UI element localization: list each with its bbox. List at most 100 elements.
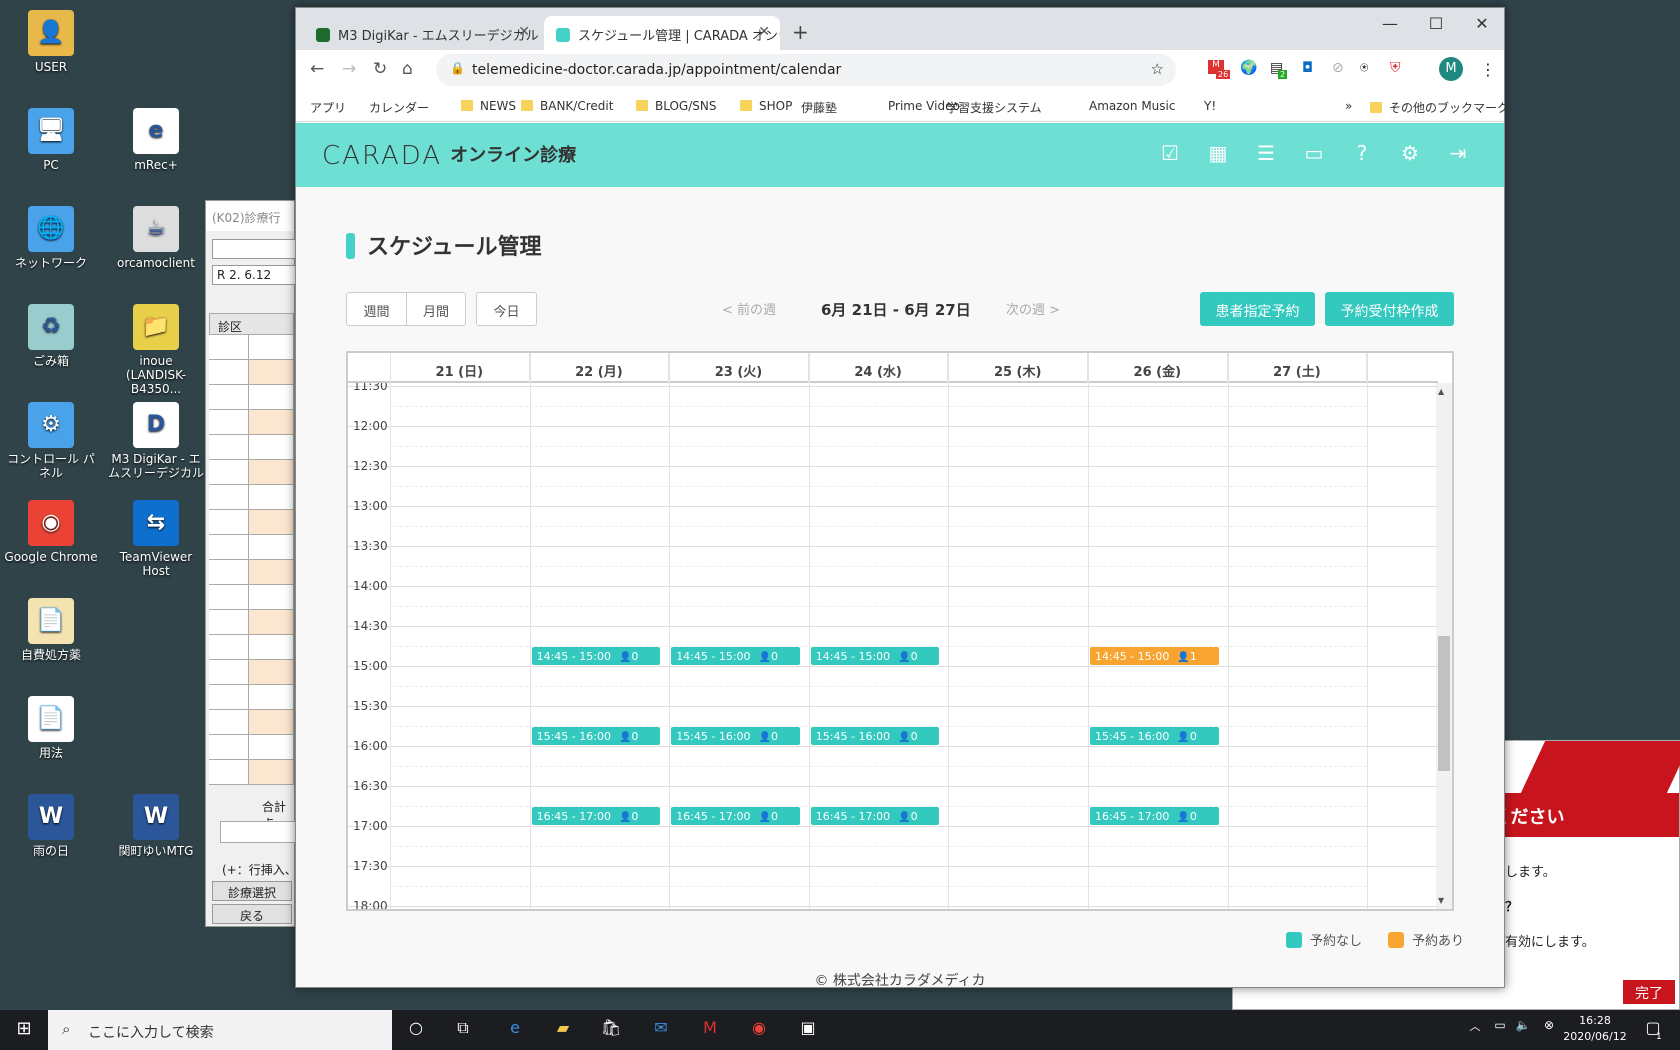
- chrome-taskbar-icon[interactable]: ◉: [746, 1018, 772, 1042]
- appointment-slot[interactable]: 16:45 - 17:00 👤0: [671, 807, 800, 825]
- notification-icon[interactable]: ▢: [1640, 1018, 1666, 1042]
- clock[interactable]: 16:28 2020/06/12: [1560, 1014, 1630, 1043]
- orca-grid-row[interactable]: [209, 335, 294, 360]
- appointment-slot[interactable]: 16:45 - 17:00 👤0: [1090, 807, 1219, 825]
- bookmark-item[interactable]: アプリ: [310, 99, 346, 116]
- calendar-icon[interactable]: ▦: [1204, 141, 1232, 169]
- desktop-icon[interactable]: D M3 DigiKar - エムスリーデジカル: [108, 402, 204, 480]
- orca-date-field[interactable]: R 2. 6.12: [212, 265, 296, 285]
- appointment-slot[interactable]: 14:45 - 15:00 👤0: [671, 647, 800, 665]
- maximize-icon[interactable]: ☐: [1416, 14, 1456, 33]
- edge-icon[interactable]: e: [502, 1018, 528, 1042]
- patient-booking-button[interactable]: 患者指定予約: [1200, 292, 1315, 326]
- desktop-icon[interactable]: ⇆ TeamViewer Host: [108, 500, 204, 578]
- appointment-slot[interactable]: 15:45 - 16:00 👤0: [671, 727, 800, 745]
- star-icon[interactable]: ☆: [1151, 60, 1164, 78]
- week-view-button[interactable]: 週間: [346, 292, 407, 326]
- orca-back-button[interactable]: 戻る: [212, 904, 292, 924]
- bookmark-item[interactable]: 学習支援システム: [946, 99, 1042, 116]
- task-view-icon[interactable]: ⧉: [450, 1018, 476, 1042]
- forward-icon[interactable]: →: [342, 59, 356, 79]
- desktop-icon[interactable]: ☕ orcamoclient: [108, 206, 204, 270]
- new-tab-icon[interactable]: +: [792, 20, 809, 44]
- mail-icon[interactable]: ✉: [648, 1018, 674, 1042]
- orca-grid-row[interactable]: [209, 735, 294, 760]
- orca-grid-row[interactable]: [209, 710, 294, 735]
- url-field[interactable]: 🔒 telemedicine-doctor.carada.jp/appointme…: [436, 54, 1176, 86]
- calendar-scrollbar[interactable]: ▲ ▼: [1436, 383, 1452, 909]
- bookmark-item[interactable]: NEWS: [461, 99, 516, 113]
- desktop-icon[interactable]: e mRec+: [108, 108, 204, 172]
- bookmark-item[interactable]: BLOG/SNS: [636, 99, 717, 113]
- cortana-icon[interactable]: ○: [403, 1018, 429, 1042]
- bookmark-item[interactable]: 伊藤塾: [801, 99, 837, 116]
- scroll-up-icon[interactable]: ▲: [1438, 387, 1444, 396]
- desktop-icon[interactable]: ♻ ごみ箱: [3, 304, 99, 368]
- orca-grid-row[interactable]: [209, 610, 294, 635]
- bookmark-item[interactable]: SHOP: [740, 99, 792, 113]
- orca-input[interactable]: [212, 239, 296, 259]
- list-icon[interactable]: ☰: [1252, 141, 1280, 169]
- taskbar-search[interactable]: ⌕ ここに入力して検索: [48, 1010, 392, 1050]
- desktop-icon[interactable]: 📄 自費処方薬: [3, 598, 99, 662]
- ext-shield-icon[interactable]: ⛨: [1390, 60, 1401, 76]
- appointment-slot[interactable]: 14:45 - 15:00 👤1: [1090, 647, 1219, 665]
- orca-grid-row[interactable]: [209, 510, 294, 535]
- desktop-icon[interactable]: ⚙ コントロール パネル: [3, 402, 99, 480]
- orca-grid-row[interactable]: [209, 660, 294, 685]
- prev-week-link[interactable]: < 前の週: [722, 299, 776, 318]
- orca-grid-row[interactable]: [209, 560, 294, 585]
- desktop-icon[interactable]: ◉ Google Chrome: [3, 500, 99, 564]
- bookmark-item[interactable]: Y!: [1204, 99, 1216, 113]
- orca-grid-row[interactable]: [209, 485, 294, 510]
- appointment-slot[interactable]: 16:45 - 17:00 👤0: [810, 807, 940, 825]
- next-week-link[interactable]: 次の週 >: [1006, 299, 1060, 318]
- orca-grid-row[interactable]: [209, 685, 294, 710]
- explorer-icon[interactable]: ▰: [550, 1018, 576, 1042]
- home-icon[interactable]: ⌂: [402, 59, 413, 79]
- orca-grid-row[interactable]: [209, 585, 294, 610]
- month-view-button[interactable]: 月間: [406, 292, 466, 326]
- credit-card-icon[interactable]: ▭: [1300, 141, 1328, 169]
- orca-grid-row[interactable]: [209, 435, 294, 460]
- appointment-slot[interactable]: 16:45 - 17:00 👤0: [531, 807, 661, 825]
- desktop-icon[interactable]: W 雨の日: [3, 794, 99, 858]
- mcafee-tray-icon[interactable]: ⊗: [1536, 1018, 1562, 1042]
- create-slot-button[interactable]: 予約受付枠作成: [1325, 292, 1454, 326]
- today-button[interactable]: 今日: [476, 292, 537, 326]
- bookmark-item[interactable]: その他のブックマーク: [1370, 99, 1509, 116]
- tab-digikar[interactable]: M3 DigiKar - エムスリーデジカル ✕: [304, 16, 540, 50]
- gear-icon[interactable]: ⚙: [1396, 141, 1424, 169]
- scroll-thumb[interactable]: [1438, 636, 1450, 771]
- orca-grid-row[interactable]: [209, 535, 294, 560]
- bookmark-item[interactable]: Amazon Music: [1089, 99, 1175, 113]
- close-icon[interactable]: ✕: [758, 24, 770, 40]
- desktop-icon[interactable]: W 関町ゆいMTG: [108, 794, 204, 858]
- close-window-icon[interactable]: ✕: [1462, 14, 1502, 33]
- tray-chevron-icon[interactable]: ︿: [1462, 1018, 1488, 1042]
- desktop-icon[interactable]: 📄 用法: [3, 696, 99, 760]
- desktop-icon[interactable]: 📁 inoue (LANDISK-B4350...: [108, 304, 204, 396]
- close-icon[interactable]: ✕: [518, 24, 530, 40]
- ext-bell-icon[interactable]: ⍟: [1360, 60, 1368, 76]
- orca-select-button[interactable]: 診療選択: [212, 881, 292, 901]
- orca-taskbar-icon[interactable]: ▣: [795, 1018, 821, 1042]
- minimize-icon[interactable]: —: [1370, 14, 1410, 33]
- appointment-slot[interactable]: 15:45 - 16:00 👤0: [810, 727, 940, 745]
- orca-grid-row[interactable]: [209, 460, 294, 485]
- orca-grid-row[interactable]: [209, 760, 294, 785]
- appointment-slot[interactable]: 14:45 - 15:00 👤0: [810, 647, 940, 665]
- scroll-down-icon[interactable]: ▼: [1438, 896, 1444, 905]
- menu-icon[interactable]: ⋮: [1480, 60, 1496, 79]
- ext-globe-icon[interactable]: 🌍: [1240, 60, 1257, 76]
- checklist-icon[interactable]: ☑: [1156, 141, 1184, 169]
- logout-icon[interactable]: ⇥: [1444, 141, 1472, 169]
- desktop-icon[interactable]: 🖥 PC: [3, 108, 99, 172]
- appointment-slot[interactable]: 15:45 - 16:00 👤0: [1090, 727, 1219, 745]
- bookmark-item[interactable]: カレンダー: [369, 99, 429, 116]
- appointment-slot[interactable]: 15:45 - 16:00 👤0: [531, 727, 661, 745]
- orca-grid-row[interactable]: [209, 410, 294, 435]
- ext-lock-icon[interactable]: ◘: [1302, 60, 1313, 76]
- reload-icon[interactable]: ↻: [373, 59, 387, 79]
- ext-compass-icon[interactable]: ⊘: [1332, 60, 1344, 76]
